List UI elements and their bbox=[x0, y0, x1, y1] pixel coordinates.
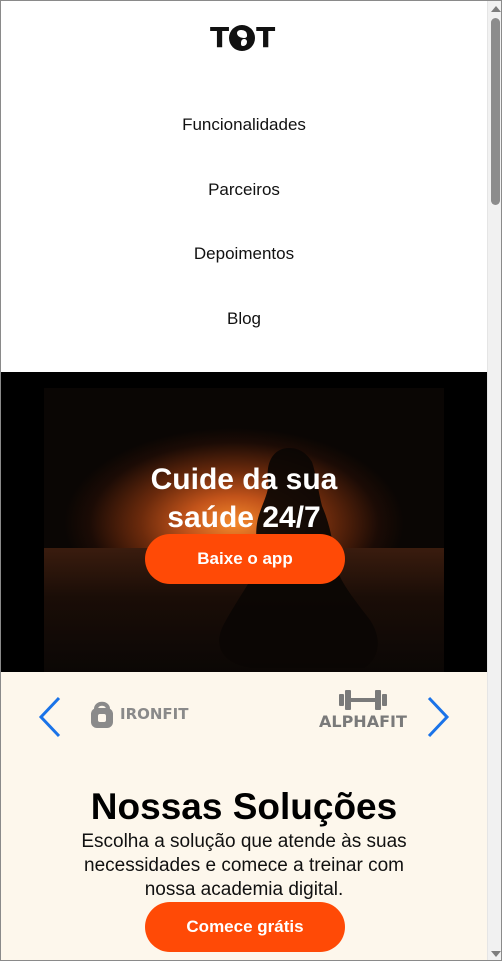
hero-title-line2: saúde 24/7 bbox=[167, 501, 321, 534]
partner-logo-alphafit: ALPHAFIT bbox=[319, 688, 407, 731]
dumbbell-icon bbox=[338, 690, 387, 710]
vertical-scrollbar[interactable] bbox=[487, 1, 501, 960]
nav-item-parceiros[interactable]: Parceiros bbox=[1, 162, 487, 227]
main-nav: Funcionalidades Parceiros Depoimentos Bl… bbox=[1, 97, 487, 355]
tot-logo[interactable]: T T bbox=[210, 21, 275, 54]
scroll-down-arrow-icon[interactable] bbox=[491, 951, 501, 957]
hero-title-line1: Cuide da sua bbox=[150, 463, 338, 496]
solutions-title: Nossas Soluções bbox=[90, 786, 398, 827]
scroll-up-arrow-icon[interactable] bbox=[491, 6, 501, 12]
nav-item-depoimentos[interactable]: Depoimentos bbox=[1, 226, 487, 291]
page-frame: T T Funcionalidades Parceiros Depoimento… bbox=[0, 0, 502, 961]
chevron-left-icon[interactable] bbox=[35, 694, 63, 740]
logo-letter-t1: T bbox=[210, 21, 229, 54]
nav-item-funcionalidades[interactable]: Funcionalidades bbox=[1, 97, 487, 162]
globe-icon bbox=[229, 25, 256, 51]
hero-title: Cuide da sua saúde 24/7 bbox=[1, 461, 487, 537]
solutions-section: Nossas Soluções Escolha a solução que at… bbox=[1, 756, 487, 960]
kettlebell-icon bbox=[91, 701, 113, 728]
solutions-description: Escolha a solução que atende às suas nec… bbox=[81, 831, 407, 900]
site-header: T T Funcionalidades Parceiros Depoimento… bbox=[1, 1, 487, 372]
partners-carousel: IRONFIT ALPHAFIT bbox=[1, 672, 487, 756]
download-app-button[interactable]: Baixe o app bbox=[145, 534, 345, 584]
scrollbar-thumb[interactable] bbox=[491, 18, 500, 205]
partner-logo-ironfit: IRONFIT bbox=[89, 699, 189, 729]
nav-item-blog[interactable]: Blog bbox=[1, 291, 487, 356]
start-free-button[interactable]: Comece grátis bbox=[145, 902, 345, 952]
partner-name-alphafit: ALPHAFIT bbox=[319, 712, 407, 731]
chevron-right-icon[interactable] bbox=[425, 694, 453, 740]
logo-letter-t2: T bbox=[256, 21, 275, 54]
partner-name-ironfit: IRONFIT bbox=[120, 705, 189, 723]
